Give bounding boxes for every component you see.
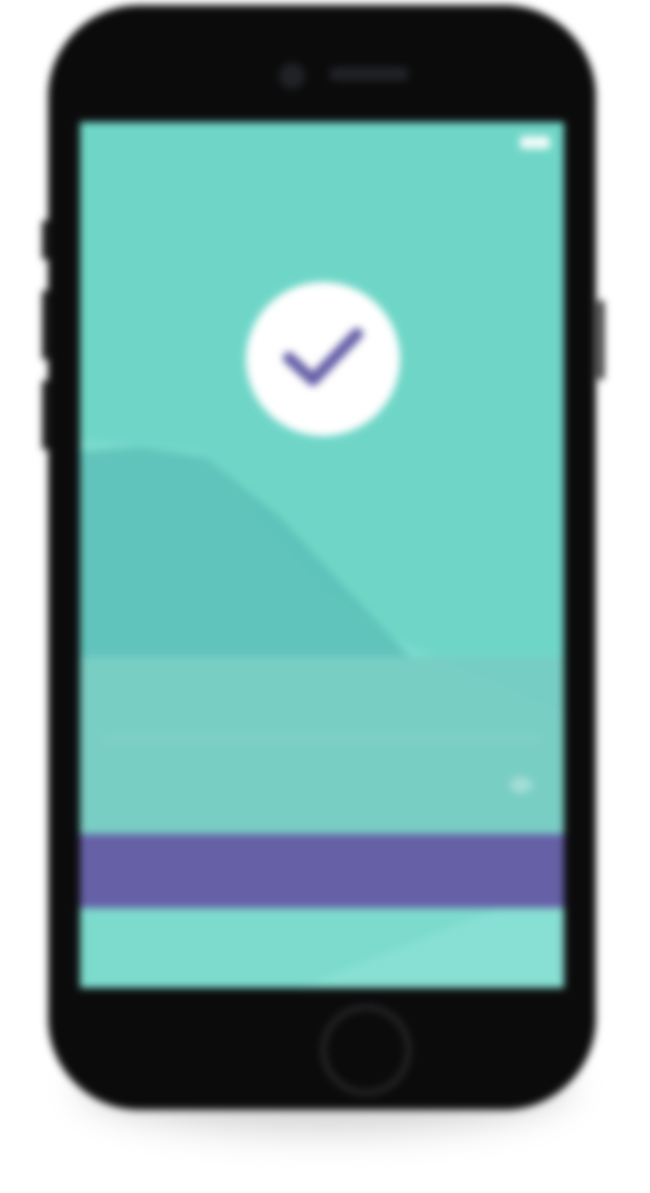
- primary-action-button[interactable]: [80, 834, 564, 908]
- front-camera: [279, 63, 305, 89]
- success-badge: [246, 282, 400, 436]
- app-screen: [80, 122, 564, 988]
- earpiece-speaker: [329, 67, 409, 81]
- home-button[interactable]: [321, 1005, 411, 1095]
- phone-mockup-stage: [0, 0, 650, 1193]
- check-icon: [283, 328, 363, 386]
- field-username[interactable]: [114, 674, 534, 686]
- side-button-power: [598, 300, 604, 380]
- eye-icon[interactable]: [510, 774, 532, 796]
- field-password[interactable]: [114, 760, 534, 772]
- field-divider: [104, 738, 540, 739]
- status-bar: [80, 122, 564, 162]
- status-indicators: [502, 136, 550, 150]
- battery-icon: [520, 136, 550, 149]
